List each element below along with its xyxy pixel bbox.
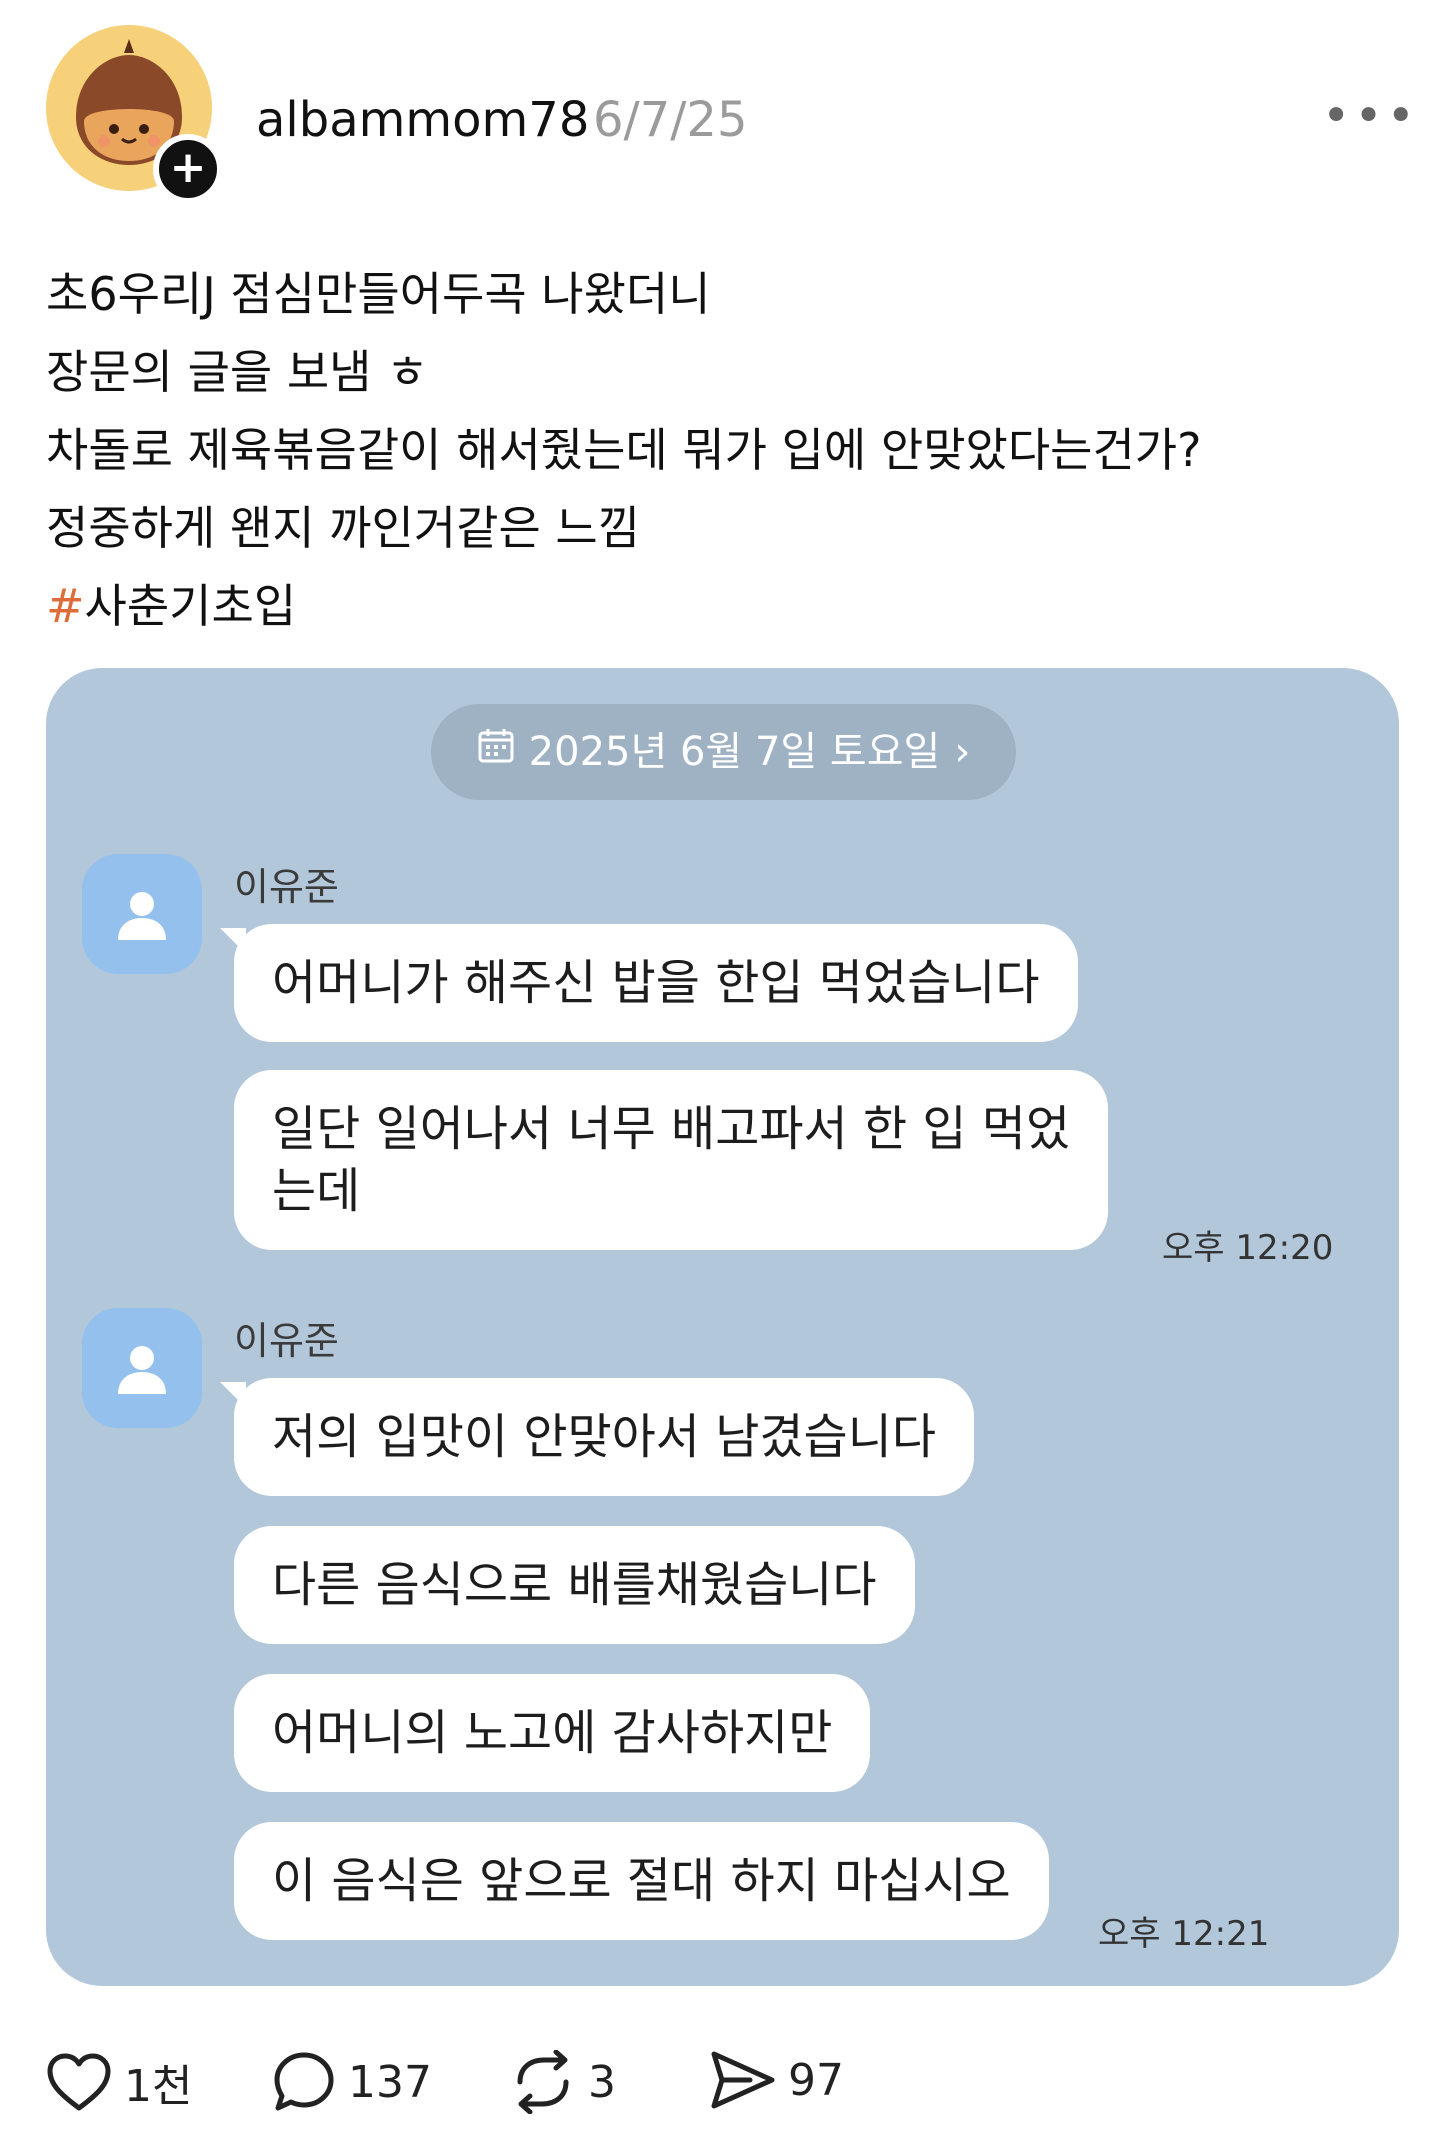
more-options-button[interactable]: ••• bbox=[1322, 88, 1419, 144]
contact-avatar[interactable] bbox=[82, 1308, 202, 1428]
post-body: 초6우리J 점심만들어두곡 나왔더니 장문의 글을 보냄 ㅎ 차돌로 제육볶음같… bbox=[46, 255, 1386, 645]
calendar-icon bbox=[477, 704, 515, 800]
more-horizontal-icon: ••• bbox=[1322, 88, 1419, 144]
share-button[interactable]: 97 bbox=[710, 2050, 844, 2110]
message-bubble[interactable]: 어머니의 노고에 감사하지만 bbox=[234, 1674, 871, 1792]
message-bubble[interactable]: 저의 입맛이 안맞아서 남겼습니다 bbox=[219, 1378, 975, 1496]
comment-icon bbox=[274, 2052, 334, 2111]
plus-icon: + bbox=[169, 142, 207, 193]
post-header: + albammom78 6/7/25 ••• bbox=[0, 0, 1439, 220]
message-bubble[interactable]: 이 음식은 앞으로 절대 하지 마십시오 bbox=[234, 1822, 1049, 1940]
post-line: 차돌로 제육볶음같이 해서줬는데 뭐가 입에 안맞았다는건가? bbox=[46, 423, 1202, 477]
sender-name: 이유준 bbox=[234, 865, 339, 909]
comment-count: 137 bbox=[348, 2056, 432, 2108]
hashtag-link[interactable]: #사춘기초입 bbox=[46, 567, 1386, 645]
send-icon bbox=[711, 2051, 775, 2109]
hashtag-symbol: # bbox=[46, 579, 85, 633]
message-bubble[interactable]: 일단 일어나서 너무 배고파서 한 입 먹었 는데 bbox=[234, 1070, 1109, 1250]
heart-icon bbox=[47, 2053, 111, 2111]
comment-button[interactable]: 137 bbox=[272, 2050, 432, 2114]
message-bubble[interactable]: 다른 음식으로 배를채웠습니다 bbox=[234, 1526, 915, 1644]
share-count: 97 bbox=[788, 2054, 844, 2106]
hashtag-text: 사춘기초입 bbox=[84, 579, 297, 633]
post-line: 정중하게 왠지 까인거같은 느낌 bbox=[46, 501, 641, 555]
message-time: 오후 12:20 bbox=[1162, 1228, 1334, 1268]
chat-screenshot[interactable]: 2025년 6월 7일 토요일 › 이유준 어머니가 해주신 밥을 한입 먹었습… bbox=[46, 668, 1399, 1986]
chat-date-text: 2025년 6월 7일 토요일 bbox=[528, 729, 941, 775]
repost-icon bbox=[517, 2050, 569, 2114]
repost-count: 3 bbox=[588, 2056, 616, 2108]
like-count: 1천 bbox=[124, 2061, 193, 2112]
follow-plus-button[interactable]: + bbox=[153, 134, 223, 204]
message-bubble[interactable]: 어머니가 해주신 밥을 한입 먹었습니다 bbox=[220, 924, 1078, 1042]
author-name[interactable]: albammom78 bbox=[256, 92, 589, 148]
post-line: 초6우리J 점심만들어두곡 나왔더니 bbox=[46, 267, 711, 321]
post-line: 장문의 글을 보냄 ㅎ bbox=[46, 345, 429, 399]
post-action-bar: 1천 137 3 97 bbox=[0, 2040, 1439, 2140]
message-time: 오후 12:21 bbox=[1098, 1914, 1270, 1954]
contact-avatar[interactable] bbox=[82, 854, 202, 974]
like-button[interactable]: 1천 bbox=[46, 2050, 192, 2114]
person-icon bbox=[118, 1346, 166, 1394]
person-icon bbox=[118, 892, 166, 940]
repost-button[interactable]: 3 bbox=[510, 2050, 616, 2114]
post-date: 6/7/25 bbox=[593, 92, 748, 148]
chat-date-pill: 2025년 6월 7일 토요일 › bbox=[431, 704, 1016, 800]
chevron-right-icon: › bbox=[954, 729, 971, 775]
sender-name: 이유준 bbox=[234, 1319, 339, 1363]
